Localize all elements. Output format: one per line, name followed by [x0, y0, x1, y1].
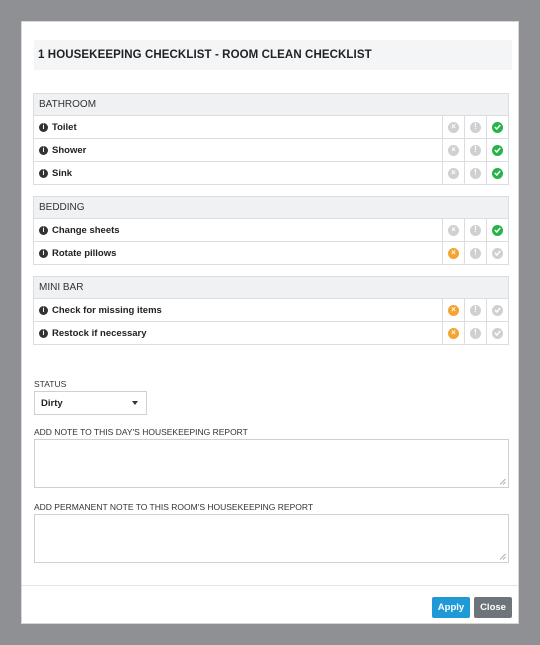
- status-info-cell[interactable]: !: [464, 299, 486, 321]
- status-x-cell[interactable]: ×: [442, 162, 464, 184]
- close-button[interactable]: Close: [474, 597, 512, 618]
- checklist-row: i Change sheets × !: [33, 219, 509, 242]
- apply-button[interactable]: Apply: [432, 597, 470, 618]
- status-x-cell[interactable]: ×: [442, 299, 464, 321]
- check-icon[interactable]: [492, 167, 503, 179]
- status-info-cell[interactable]: !: [464, 139, 486, 161]
- check-icon[interactable]: [492, 224, 503, 236]
- checklist-row: i Sink × !: [33, 162, 509, 185]
- resize-grip-icon[interactable]: [499, 478, 506, 485]
- check-icon[interactable]: [492, 327, 503, 339]
- exclamation-icon[interactable]: !: [470, 224, 481, 236]
- item-label: Shower: [52, 144, 87, 156]
- check-icon[interactable]: [492, 121, 503, 133]
- day-note-label: ADD NOTE TO THIS DAY'S HOUSEKEEPING REPO…: [34, 427, 248, 437]
- section-mini-bar: MINI BAR i Check for missing items × ! iR…: [33, 276, 509, 345]
- section-bedding: BEDDING i Change sheets × ! i Rotate pillo…: [33, 196, 509, 265]
- checklist-row: i Rotate pillows × !: [33, 242, 509, 265]
- exclamation-icon[interactable]: !: [470, 167, 481, 179]
- check-icon[interactable]: [492, 247, 503, 259]
- x-icon[interactable]: ×: [448, 224, 459, 236]
- status-info-cell[interactable]: !: [464, 242, 486, 264]
- item-label: Check for missing items: [52, 304, 162, 316]
- status-check-cell[interactable]: [486, 242, 508, 264]
- item-label: Restock if necessary: [52, 327, 147, 339]
- item-label: Sink: [52, 167, 73, 179]
- item-label: Change sheets: [52, 224, 120, 236]
- status-info-cell[interactable]: !: [464, 162, 486, 184]
- item-label: Toilet: [52, 121, 77, 133]
- status-label: STATUS: [34, 379, 67, 389]
- housekeeping-checklist-modal: 1 HOUSEKEEPING CHECKLIST - ROOM CLEAN CH…: [21, 21, 519, 624]
- checklist-row: i Check for missing items × !: [33, 299, 509, 322]
- status-x-cell[interactable]: ×: [442, 322, 464, 344]
- status-x-cell[interactable]: ×: [442, 242, 464, 264]
- status-check-cell[interactable]: [486, 299, 508, 321]
- section-bathroom: BATHROOM i Toilet × ! i Shower × ! i Sink ×…: [33, 93, 509, 185]
- info-icon[interactable]: i: [39, 328, 48, 338]
- x-icon[interactable]: ×: [448, 167, 459, 179]
- status-info-cell[interactable]: !: [464, 322, 486, 344]
- status-x-cell[interactable]: ×: [442, 219, 464, 241]
- resize-grip-icon[interactable]: [499, 553, 506, 560]
- status-x-cell[interactable]: ×: [442, 116, 464, 138]
- exclamation-icon[interactable]: !: [470, 121, 481, 133]
- status-value: Dirty: [41, 397, 63, 409]
- status-check-cell[interactable]: [486, 139, 508, 161]
- x-icon[interactable]: ×: [448, 304, 459, 316]
- exclamation-icon[interactable]: !: [470, 144, 481, 156]
- check-icon[interactable]: [492, 304, 503, 316]
- info-icon[interactable]: i: [39, 145, 48, 155]
- status-select[interactable]: Dirty: [34, 391, 147, 415]
- exclamation-icon[interactable]: !: [470, 304, 481, 316]
- checklist-row: i Shower × !: [33, 139, 509, 162]
- status-check-cell[interactable]: [486, 116, 508, 138]
- check-icon[interactable]: [492, 144, 503, 156]
- modal-header: 1 HOUSEKEEPING CHECKLIST - ROOM CLEAN CH…: [34, 40, 512, 70]
- x-icon[interactable]: ×: [448, 327, 459, 339]
- caret-down-icon: [132, 401, 138, 405]
- status-check-cell[interactable]: [486, 219, 508, 241]
- section-header: MINI BAR: [33, 276, 509, 299]
- checklist-row: i Toilet × !: [33, 116, 509, 139]
- checklist-row: i Restock if necessary × !: [33, 322, 509, 345]
- permanent-note-label: ADD PERMANENT NOTE TO THIS ROOM'S HOUSEK…: [34, 502, 314, 512]
- status-info-cell[interactable]: !: [464, 219, 486, 241]
- x-icon[interactable]: ×: [448, 121, 459, 133]
- exclamation-icon[interactable]: !: [470, 247, 481, 259]
- info-icon[interactable]: i: [39, 225, 48, 235]
- section-header: BATHROOM: [33, 93, 509, 116]
- permanent-note-textarea[interactable]: [34, 514, 509, 563]
- info-icon[interactable]: i: [39, 122, 48, 132]
- x-icon[interactable]: ×: [448, 144, 459, 156]
- status-x-cell[interactable]: ×: [442, 139, 464, 161]
- info-icon[interactable]: i: [39, 248, 48, 258]
- footer-divider: [22, 585, 518, 586]
- x-icon[interactable]: ×: [448, 247, 459, 259]
- info-icon[interactable]: i: [39, 305, 48, 315]
- modal-title: 1 HOUSEKEEPING CHECKLIST - ROOM CLEAN CH…: [38, 49, 372, 61]
- exclamation-icon[interactable]: !: [470, 327, 481, 339]
- status-check-cell[interactable]: [486, 162, 508, 184]
- info-icon[interactable]: i: [39, 168, 48, 178]
- section-header: BEDDING: [33, 196, 509, 219]
- day-note-textarea[interactable]: [34, 439, 509, 488]
- item-label: Rotate pillows: [52, 247, 117, 259]
- status-info-cell[interactable]: !: [464, 116, 486, 138]
- status-check-cell[interactable]: [486, 322, 508, 344]
